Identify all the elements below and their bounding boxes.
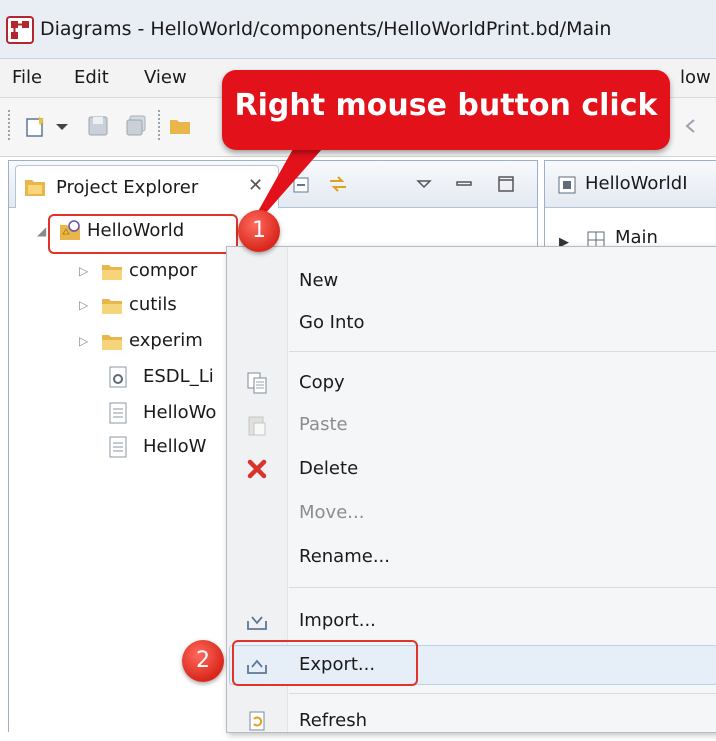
chevron-down-icon[interactable] (50, 114, 74, 138)
refresh-icon (249, 711, 265, 731)
menu-item-label: New (299, 270, 339, 291)
menu-separator (289, 351, 716, 352)
menu-item-label: Go Into (299, 312, 365, 333)
menu-item-new[interactable]: New (227, 261, 716, 301)
callout-text: Right mouse button click (234, 88, 658, 123)
menu-item-label: Move... (299, 502, 365, 523)
menu-item-label: Refresh (299, 710, 367, 731)
tree-item-label[interactable]: Main (615, 227, 658, 248)
step-badge-2: 2 (182, 640, 224, 682)
tree-item-label: HelloWo (143, 402, 217, 423)
menu-item-delete[interactable]: Delete (227, 449, 716, 489)
save-icon[interactable] (86, 114, 110, 138)
menu-item-import[interactable]: Import... (227, 601, 716, 641)
menu-item-rename[interactable]: Rename... (227, 537, 716, 577)
gear-file-icon (109, 366, 127, 388)
expanded-icon[interactable]: ◢ (37, 224, 46, 238)
tab-editor[interactable]: HelloWorldI (585, 173, 688, 194)
copy-icon (247, 372, 267, 394)
menu-separator (289, 693, 716, 694)
toolbar-grip[interactable] (8, 110, 13, 140)
menu-item-go-into[interactable]: Go Into (227, 303, 716, 343)
save-all-icon[interactable] (124, 114, 148, 138)
diagram-icon (558, 176, 576, 194)
collapsed-icon[interactable]: ▷ (79, 298, 88, 312)
tree-item-label: HelloW (143, 436, 207, 457)
import-icon (247, 616, 267, 630)
window-title: Diagrams - HelloWorld/components/HelloWo… (40, 18, 612, 40)
menu-window[interactable]: low (680, 67, 711, 88)
new-file-icon[interactable] (24, 114, 48, 138)
menu-item-refresh[interactable]: Refresh (227, 701, 716, 741)
menu-separator (289, 587, 716, 588)
project-explorer-icon (25, 180, 45, 196)
tree-item-label: cutils (129, 294, 177, 315)
toolbar-grip[interactable] (158, 110, 163, 140)
folder-icon (102, 299, 122, 314)
app-icon (6, 16, 34, 44)
menu-edit[interactable]: Edit (74, 67, 109, 88)
menu-view[interactable]: View (144, 67, 187, 88)
folder-icon[interactable] (168, 114, 192, 138)
menu-item-move[interactable]: Move... (227, 493, 716, 533)
callout-bubble: Right mouse button click (222, 70, 670, 150)
menu-item-label: Import... (299, 610, 376, 631)
menu-item-label: Paste (299, 414, 348, 435)
tab-label: Project Explorer (56, 177, 199, 198)
delete-icon (247, 459, 267, 479)
editor-header: HelloWorldI (545, 161, 716, 208)
tree-item-label: compor (129, 260, 198, 281)
tree-item-label: ESDL_Li (143, 366, 214, 387)
collapsed-icon[interactable]: ▷ (79, 264, 88, 278)
paste-icon (248, 416, 266, 436)
maximize-icon[interactable] (495, 173, 517, 195)
step-badge-1: 1 (238, 210, 280, 252)
menu-item-label: Copy (299, 372, 345, 393)
text-file-icon (109, 436, 127, 458)
menu-item-label: Rename... (299, 546, 390, 567)
menu-item-paste[interactable]: Paste (227, 405, 716, 445)
arrow-left-icon[interactable] (678, 114, 702, 138)
view-menu-icon[interactable] (413, 173, 435, 195)
collapsed-icon[interactable]: ▷ (79, 334, 88, 348)
tree-item-label: experim (129, 330, 203, 351)
title-bar: Diagrams - HelloWorld/components/HelloWo… (0, 0, 716, 59)
text-file-icon (109, 402, 127, 424)
minimize-icon[interactable] (453, 173, 475, 195)
menu-item-copy[interactable]: Copy (227, 363, 716, 403)
folder-icon (102, 335, 122, 350)
menu-item-label: Delete (299, 458, 359, 479)
highlight-frame (232, 640, 418, 686)
folder-icon (102, 265, 122, 280)
menu-file[interactable]: File (12, 67, 42, 88)
highlight-frame (48, 214, 238, 254)
